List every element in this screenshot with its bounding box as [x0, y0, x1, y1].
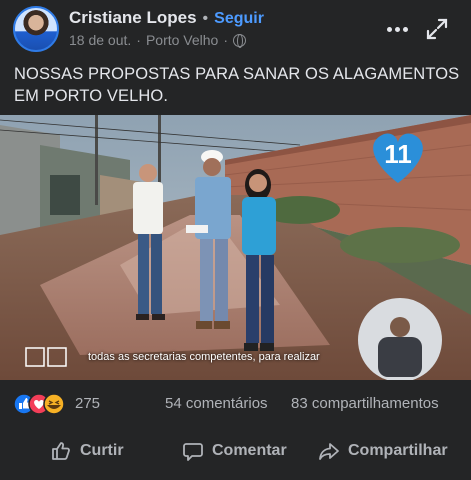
meta-separator-2: · — [223, 32, 229, 48]
author-avatar[interactable] — [13, 6, 59, 52]
video-subtitle: todas as secretarias competentes, para r… — [88, 351, 320, 363]
like-button[interactable]: Curtir — [50, 436, 124, 466]
reaction-count[interactable]: 275 — [75, 395, 100, 412]
thumbs-up-icon — [52, 442, 70, 460]
post-date[interactable]: 18 de out. — [69, 32, 131, 48]
reaction-icons[interactable] — [13, 393, 71, 415]
like-label: Curtir — [80, 442, 124, 459]
post-actions: Curtir Comentar Compartilhar — [0, 428, 471, 474]
share-arrow-icon — [319, 443, 339, 460]
author-name[interactable]: Cristiane Lopes — [69, 8, 197, 28]
expand-icon[interactable] — [424, 16, 450, 42]
post-meta: 18 de out. · Porto Velho · — [69, 32, 247, 48]
video-frame: 11 — [0, 115, 471, 380]
more-horizontal-icon — [386, 26, 392, 32]
post-video[interactable]: 11 todas as secretarias competentes, par… — [0, 115, 471, 380]
meta-separator: · — [136, 32, 141, 48]
post-header: Cristiane Lopes • Seguir 18 de out. · Po… — [0, 0, 471, 58]
share-label: Compartilhar — [348, 442, 448, 459]
post-caption: NOSSAS PROPOSTAS PARA SANAR OS ALAGAMENT… — [14, 65, 460, 105]
author-row: Cristiane Lopes • Seguir — [69, 8, 264, 28]
globe-icon — [233, 33, 247, 48]
haha-reaction-icon — [43, 393, 65, 415]
comment-button[interactable]: Comentar — [182, 436, 287, 466]
reactions-summary: 275 54 comentários 83 compartilhamentos — [0, 390, 471, 418]
post-location[interactable]: Porto Velho — [146, 32, 218, 48]
comment-label: Comentar — [212, 442, 287, 459]
comments-count[interactable]: 54 comentários — [165, 395, 268, 412]
shares-count[interactable]: 83 compartilhamentos — [291, 395, 439, 412]
follow-button[interactable]: Seguir — [214, 10, 264, 28]
share-button[interactable]: Compartilhar — [318, 436, 448, 466]
comment-bubble-icon — [183, 443, 203, 461]
more-options-button[interactable] — [384, 16, 410, 42]
candidate-number: 11 — [384, 139, 412, 169]
name-separator: • — [202, 10, 209, 27]
